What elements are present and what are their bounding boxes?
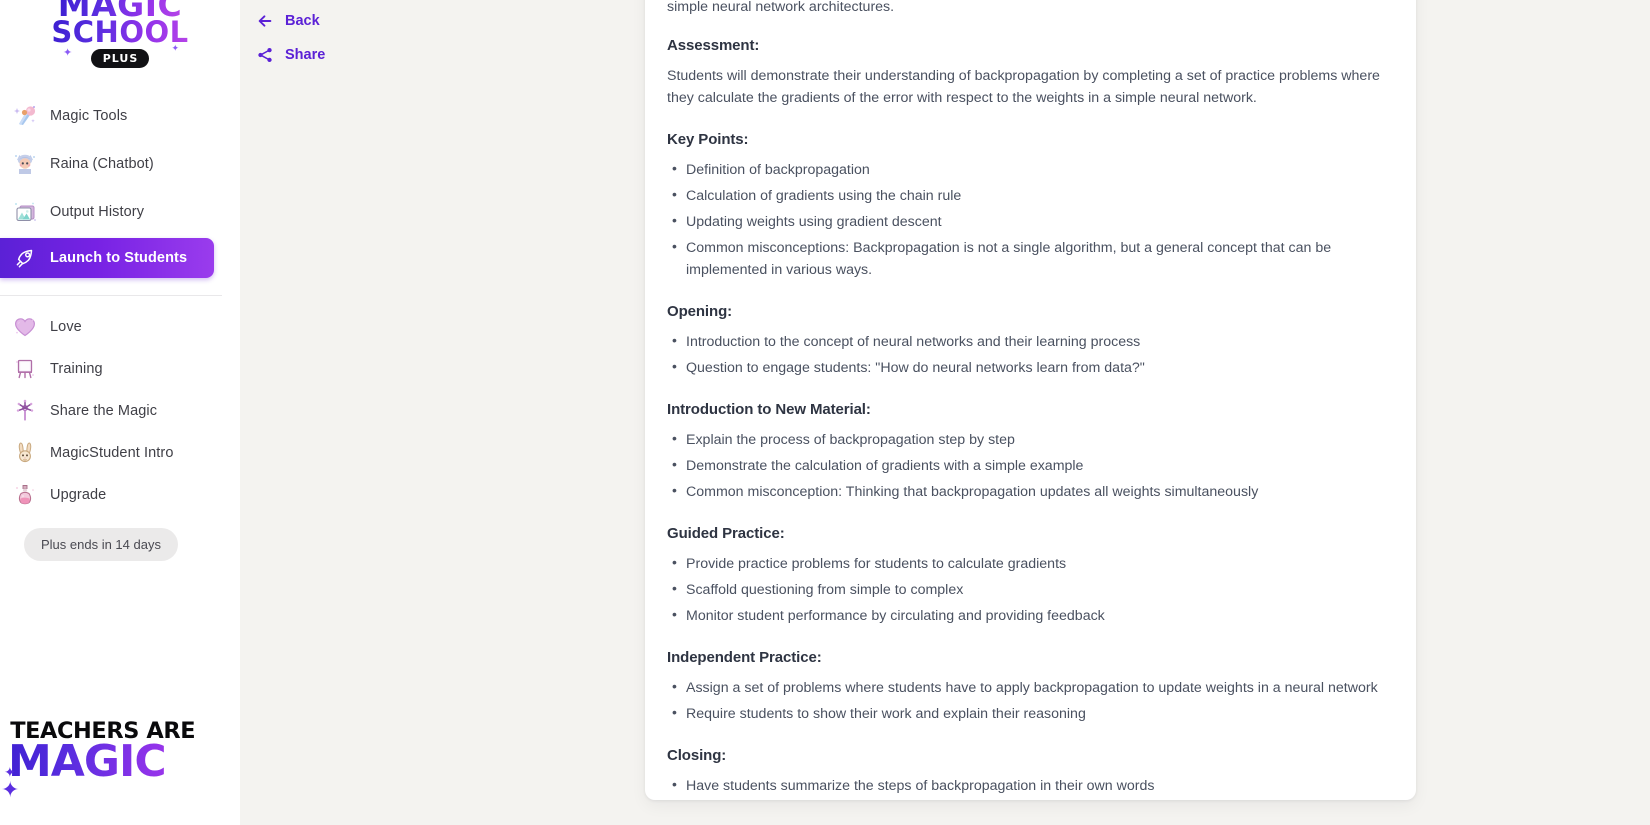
section-heading: Assessment: bbox=[667, 37, 760, 54]
back-button-label: Back bbox=[285, 13, 320, 29]
sidebar-item-love[interactable]: Love bbox=[0, 306, 240, 348]
sidebar: MAGIC SCHOOL PLUS ✦ ✦ Magic Tools Raina … bbox=[0, 0, 240, 825]
list-item: Question to engage students: "How do neu… bbox=[672, 356, 1394, 379]
sparkle-icon: ✦ bbox=[63, 47, 73, 59]
sidebar-item-label: Share the Magic bbox=[50, 403, 158, 419]
share-button[interactable]: Share bbox=[256, 38, 645, 72]
list-item: Definition of backpropagation bbox=[672, 158, 1394, 181]
sidebar-item-label: Output History bbox=[50, 203, 145, 220]
logo-word-school: SCHOOL bbox=[51, 15, 189, 50]
sparkle-icon: ✦ bbox=[171, 43, 179, 53]
list-item: Updating weights using gradient descent bbox=[672, 210, 1394, 233]
section-heading: Independent Practice: bbox=[667, 649, 822, 666]
truncated-top-line: simple neural network architectures. bbox=[667, 0, 895, 15]
content-area: simple neural network architectures. Ass… bbox=[645, 0, 1650, 825]
sidebar-item-label: Love bbox=[50, 319, 82, 335]
list-item: Require students to show their work and … bbox=[672, 702, 1394, 725]
rocket-icon bbox=[16, 249, 33, 268]
share-button-label: Share bbox=[285, 47, 326, 63]
magic-school-plus-logo[interactable]: MAGIC SCHOOL PLUS ✦ ✦ bbox=[0, 0, 240, 78]
sidebar-item-training[interactable]: Training bbox=[0, 348, 240, 390]
sidebar-item-output-history[interactable]: Output History bbox=[0, 190, 240, 233]
section-paragraph: Students will demonstrate their understa… bbox=[667, 68, 1380, 106]
bunny-icon bbox=[18, 442, 32, 463]
history-cards-icon bbox=[15, 202, 36, 221]
action-column: Back Share bbox=[240, 0, 645, 825]
lesson-plan-document: simple neural network architectures. Ass… bbox=[667, 0, 1394, 797]
magic-wand-icon bbox=[14, 105, 36, 125]
lesson-plan-card[interactable]: simple neural network architectures. Ass… bbox=[645, 0, 1416, 800]
section-bullet-list: Assign a set of problems where students … bbox=[667, 676, 1394, 725]
share-icon bbox=[258, 47, 272, 63]
section-heading: Introduction to New Material: bbox=[667, 401, 871, 418]
secondary-nav: Love Training Share the Magic MagicStude… bbox=[0, 306, 240, 516]
sidebar-item-share-the-magic[interactable]: Share the Magic bbox=[0, 390, 240, 432]
list-item: Assign a set of problems where students … bbox=[672, 676, 1394, 699]
chatbot-avatar-icon bbox=[15, 154, 35, 174]
section-heading: Guided Practice: bbox=[667, 525, 785, 542]
section-heading: Key Points: bbox=[667, 131, 749, 148]
section-bullet-list: Have students summarize the steps of bac… bbox=[667, 774, 1394, 797]
list-item: Calculation of gradients using the chain… bbox=[672, 184, 1394, 207]
primary-nav: Magic Tools Raina (Chatbot) Output Histo… bbox=[0, 78, 240, 278]
section-bullet-list: Explain the process of backpropagation s… bbox=[667, 428, 1394, 503]
plus-badge-container: Plus ends in 14 days bbox=[0, 516, 240, 561]
sidebar-item-label: Launch to Students bbox=[50, 250, 188, 266]
sparkle-wand-icon bbox=[16, 399, 34, 421]
sidebar-divider bbox=[0, 295, 222, 296]
list-item: Scaffold questioning from simple to comp… bbox=[672, 578, 1394, 601]
list-item: Demonstrate the calculation of gradients… bbox=[672, 454, 1394, 477]
sidebar-item-label: Training bbox=[50, 361, 103, 377]
sparkle-icon: ✦ bbox=[1, 777, 20, 802]
plus-expiry-badge[interactable]: Plus ends in 14 days bbox=[24, 528, 178, 561]
list-item: Common misconceptions: Backpropagation i… bbox=[672, 236, 1394, 281]
list-item: Explain the process of backpropagation s… bbox=[672, 428, 1394, 451]
logo-plus-badge: PLUS bbox=[90, 49, 150, 69]
list-item: Monitor student performance by circulati… bbox=[672, 604, 1394, 627]
sidebar-item-magicstudent-intro[interactable]: MagicStudent Intro bbox=[0, 432, 240, 474]
section-bullet-list: Provide practice problems for students t… bbox=[667, 552, 1394, 627]
sidebar-item-label: Upgrade bbox=[50, 487, 107, 503]
sidebar-item-label: Magic Tools bbox=[50, 107, 128, 124]
list-item: Have students summarize the steps of bac… bbox=[672, 774, 1394, 797]
list-item: Introduction to the concept of neural ne… bbox=[672, 330, 1394, 353]
section-bullet-list: Introduction to the concept of neural ne… bbox=[667, 330, 1394, 379]
footer-logo-line2: MAGIC bbox=[0, 740, 240, 784]
list-item: Provide practice problems for students t… bbox=[672, 552, 1394, 575]
heart-icon bbox=[14, 318, 36, 337]
section-heading: Opening: bbox=[667, 303, 733, 320]
easel-icon bbox=[16, 359, 34, 379]
arrow-left-icon bbox=[258, 15, 272, 27]
sidebar-item-launch-to-students[interactable]: Launch to Students bbox=[0, 238, 214, 278]
footer-logo-line1: TEACHERS ARE bbox=[10, 719, 196, 744]
sidebar-item-label: Raina (Chatbot) bbox=[50, 155, 154, 172]
section-bullet-list: Definition of backpropagation Calculatio… bbox=[667, 158, 1394, 281]
sidebar-item-magic-tools[interactable]: Magic Tools bbox=[0, 94, 240, 137]
sidebar-item-upgrade[interactable]: Upgrade bbox=[0, 474, 240, 516]
potion-icon bbox=[16, 485, 34, 505]
back-button[interactable]: Back bbox=[256, 4, 645, 38]
list-item: Common misconception: Thinking that back… bbox=[672, 480, 1394, 503]
section-heading: Closing: bbox=[667, 747, 727, 764]
teachers-are-magic-logo: ✦ ✦ TEACHERS ARE MAGIC bbox=[0, 719, 240, 825]
sidebar-item-label: MagicStudent Intro bbox=[50, 445, 174, 461]
app-root: MAGIC SCHOOL PLUS ✦ ✦ Magic Tools Raina … bbox=[0, 0, 1650, 825]
sidebar-item-raina-chatbot[interactable]: Raina (Chatbot) bbox=[0, 142, 240, 185]
